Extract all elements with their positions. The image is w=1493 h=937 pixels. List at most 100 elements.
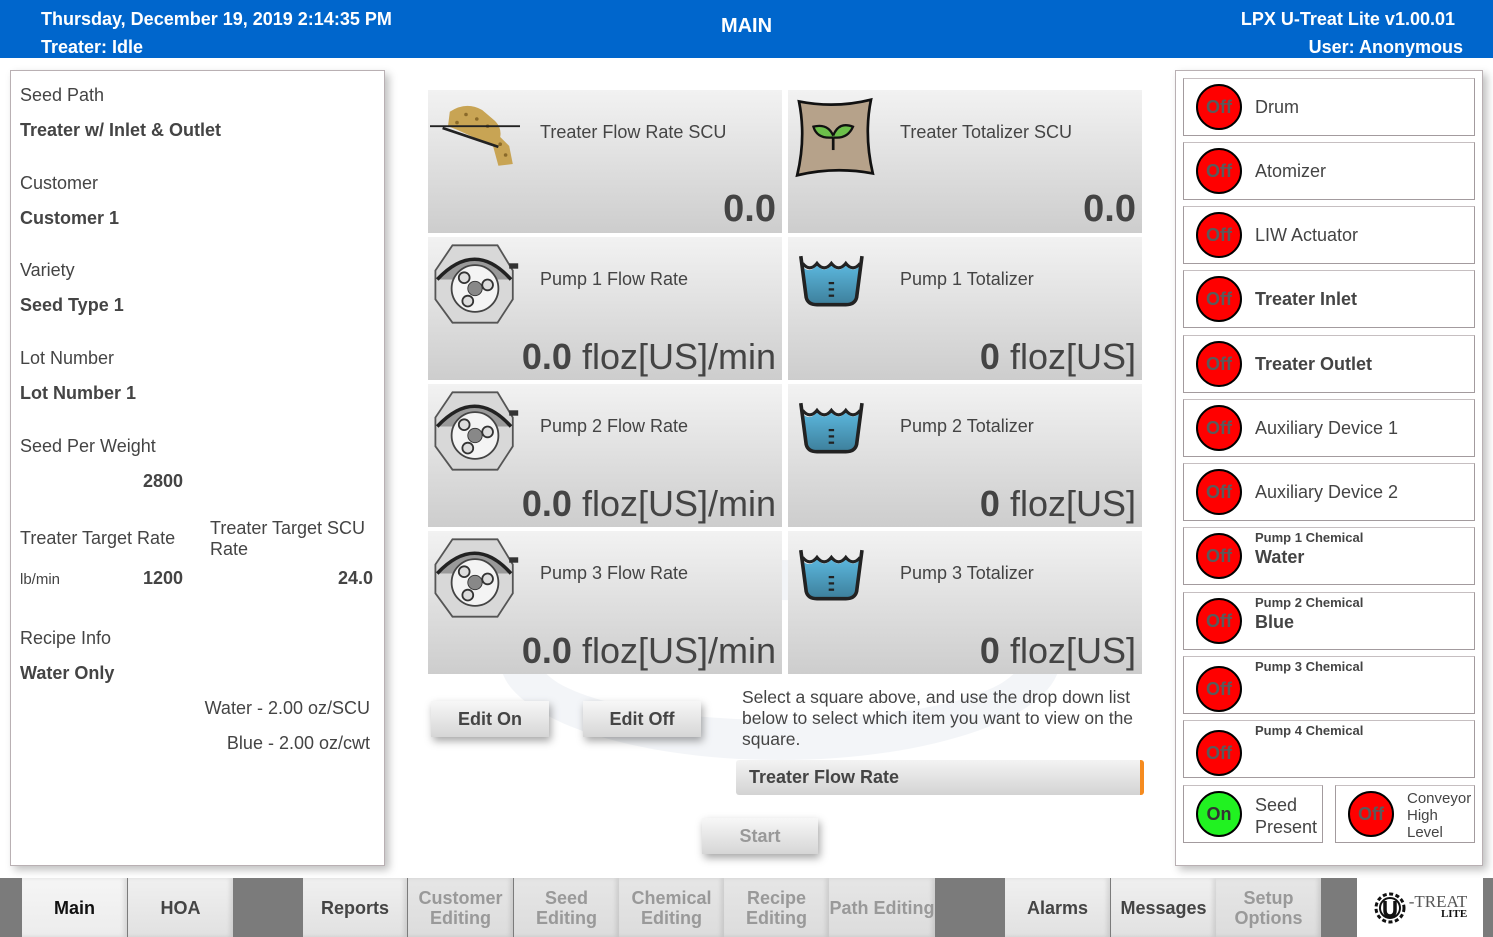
lot-number-label: Lot Number: [20, 348, 115, 368]
peristaltic-pump-icon: [434, 391, 519, 471]
tile-pump-3-totalizer[interactable]: Pump 3 Totalizer 0 floz[US]: [788, 531, 1142, 674]
seed-per-weight-label: Seed Per Weight: [20, 436, 156, 456]
nav-reports[interactable]: Reports: [303, 878, 407, 937]
tile-title: Pump 3 Flow Rate: [540, 563, 689, 583]
edit-on-button[interactable]: Edit On: [431, 701, 549, 737]
device-name: Atomizer: [1255, 161, 1327, 181]
sensor-seed-present[interactable]: On Seed Present: [1183, 785, 1323, 843]
tile-edit-instructions: Select a square above, and use the drop …: [742, 687, 1134, 749]
tile-treater-totalizer-scu[interactable]: Treater Totalizer SCU 0.0: [788, 90, 1142, 233]
customer-value: Customer 1: [20, 208, 120, 228]
header-bar: Thursday, December 19, 2019 2:14:35 PM T…: [0, 0, 1493, 58]
app-version: LPX U-Treat Lite v1.00.01: [1240, 9, 1455, 29]
tile-pump-3-flow-rate[interactable]: Pump 3 Flow Rate 0.0 floz[US]/min: [428, 531, 782, 674]
status-lamp[interactable]: Off: [1196, 405, 1242, 451]
status-lamp[interactable]: Off: [1196, 469, 1242, 515]
nav-alarms[interactable]: Alarms: [1005, 878, 1110, 937]
nav-recipe-editing[interactable]: Recipe Editing: [724, 878, 829, 937]
status-lamp[interactable]: On: [1196, 791, 1242, 837]
device-treater-outlet[interactable]: Off Treater Outlet: [1183, 335, 1475, 393]
device-label: Pump 3 Chemical: [1255, 659, 1364, 674]
device-treater-inlet[interactable]: Off Treater Inlet: [1183, 270, 1475, 328]
device-name: Treater Outlet: [1255, 354, 1373, 374]
status-lamp[interactable]: Off: [1196, 730, 1242, 776]
nav-path-editing[interactable]: Path Editing: [829, 878, 935, 937]
recipe-line: Water - 2.00 oz/SCU: [204, 698, 370, 718]
water-basin-icon: [799, 402, 864, 454]
nav-main[interactable]: Main: [22, 878, 127, 937]
status-lamp[interactable]: Off: [1196, 84, 1242, 130]
tile-title: Treater Flow Rate SCU: [540, 122, 727, 142]
tile-item-dropdown[interactable]: Treater Flow Rate: [736, 760, 1144, 795]
device-auxiliary-2[interactable]: Off Auxiliary Device 2: [1183, 463, 1475, 521]
tile-pump-1-flow-rate[interactable]: Pump 1 Flow Rate 0.0 floz[US]/min: [428, 237, 782, 380]
tile-title: Pump 1 Flow Rate: [540, 269, 689, 289]
device-atomizer[interactable]: Off Atomizer: [1183, 142, 1475, 200]
status-lamp[interactable]: Off: [1196, 598, 1242, 644]
status-lamp[interactable]: Off: [1196, 212, 1242, 258]
seed-flow-icon: [430, 105, 520, 166]
tile-value: 0 floz[US]: [979, 336, 1136, 377]
job-info-panel: Seed Path Treater w/ Inlet & Outlet Cust…: [10, 70, 385, 866]
device-liw-actuator[interactable]: Off LIW Actuator: [1183, 206, 1475, 264]
tile-title: Pump 2 Flow Rate: [540, 416, 689, 436]
tile-title: Pump 3 Totalizer: [900, 563, 1034, 583]
tile-value: 0.0: [1083, 188, 1136, 230]
customer-label: Customer: [20, 173, 99, 193]
status-lamp[interactable]: Off: [1196, 148, 1242, 194]
status-lamp[interactable]: Off: [1196, 666, 1242, 712]
nav-seed-editing[interactable]: Seed Editing: [514, 878, 619, 937]
tile-treater-flow-rate-scu[interactable]: Treater Flow Rate SCU 0.0: [428, 90, 782, 233]
variety-value: Seed Type 1: [20, 295, 124, 315]
device-pump-1-chemical[interactable]: Off Pump 1 Chemical Water: [1183, 527, 1475, 585]
tile-value: 0.0 floz[US]/min: [521, 630, 776, 671]
device-pump-2-chemical[interactable]: Off Pump 2 Chemical Blue: [1183, 592, 1475, 650]
nav-setup-options[interactable]: Setup Options: [1216, 878, 1321, 937]
tile-value: 0.0 floz[US]/min: [521, 336, 776, 377]
target-scu-label: Treater Target SCU Rate: [210, 518, 366, 559]
status-lamp[interactable]: Off: [1348, 791, 1394, 837]
tile-title: Treater Totalizer SCU: [900, 122, 1073, 142]
nav-hoa[interactable]: HOA: [128, 878, 233, 937]
device-pump-3-chemical[interactable]: Off Pump 3 Chemical: [1183, 656, 1475, 714]
tile-title: Pump 2 Totalizer: [900, 416, 1034, 436]
device-label: Pump 1 Chemical: [1255, 530, 1364, 545]
chemical-name: Blue: [1255, 612, 1295, 632]
seed-path-label: Seed Path: [20, 85, 105, 105]
device-name: Auxiliary Device 2: [1255, 482, 1399, 502]
tile-value: 0 floz[US]: [979, 630, 1136, 671]
chemical-name: Water: [1255, 547, 1305, 567]
tile-title: Pump 1 Totalizer: [900, 269, 1034, 289]
sensor-name: Seed Present: [1255, 795, 1318, 837]
target-rate-label: Treater Target Rate: [20, 528, 176, 548]
device-name: Drum: [1255, 97, 1299, 117]
device-name: Auxiliary Device 1: [1255, 418, 1399, 438]
status-lamp[interactable]: Off: [1196, 533, 1242, 579]
edit-off-button[interactable]: Edit Off: [583, 701, 701, 737]
device-auxiliary-1[interactable]: Off Auxiliary Device 1: [1183, 399, 1475, 457]
tile-pump-1-totalizer[interactable]: Pump 1 Totalizer 0 floz[US]: [788, 237, 1142, 380]
tile-pump-2-flow-rate[interactable]: Pump 2 Flow Rate 0.0 floz[US]/min: [428, 384, 782, 527]
status-lamp[interactable]: Off: [1196, 276, 1242, 322]
nav-chemical-editing[interactable]: Chemical Editing: [619, 878, 724, 937]
device-status-panel: Off Drum Off Atomizer Off LIW Actuator O…: [1175, 70, 1483, 866]
seed-path-value: Treater w/ Inlet & Outlet: [20, 120, 222, 140]
recipe-info-value: Water Only: [20, 663, 115, 683]
status-lamp[interactable]: Off: [1196, 341, 1242, 387]
nav-customer-editing[interactable]: Customer Editing: [408, 878, 513, 937]
device-drum[interactable]: Off Drum: [1183, 78, 1475, 136]
tile-pump-2-totalizer[interactable]: Pump 2 Totalizer 0 floz[US]: [788, 384, 1142, 527]
variety-label: Variety: [20, 260, 75, 280]
nav-messages[interactable]: Messages: [1111, 878, 1216, 937]
target-rate-value: 1200: [142, 568, 183, 588]
water-basin-icon: [799, 255, 864, 307]
device-name: LIW Actuator: [1255, 225, 1359, 245]
bottom-nav-bar: Main HOA Reports Customer Editing Seed E…: [0, 878, 1493, 937]
device-pump-4-chemical[interactable]: Off Pump 4 Chemical: [1183, 720, 1475, 778]
water-basin-icon: [799, 549, 864, 601]
start-button[interactable]: Start: [702, 818, 818, 854]
sensor-conveyor-high-level[interactable]: Off Conveyor High Level: [1335, 785, 1475, 843]
recipe-info-label: Recipe Info: [20, 628, 112, 648]
tile-value: 0.0 floz[US]/min: [521, 483, 776, 524]
peristaltic-pump-icon: [434, 538, 519, 618]
